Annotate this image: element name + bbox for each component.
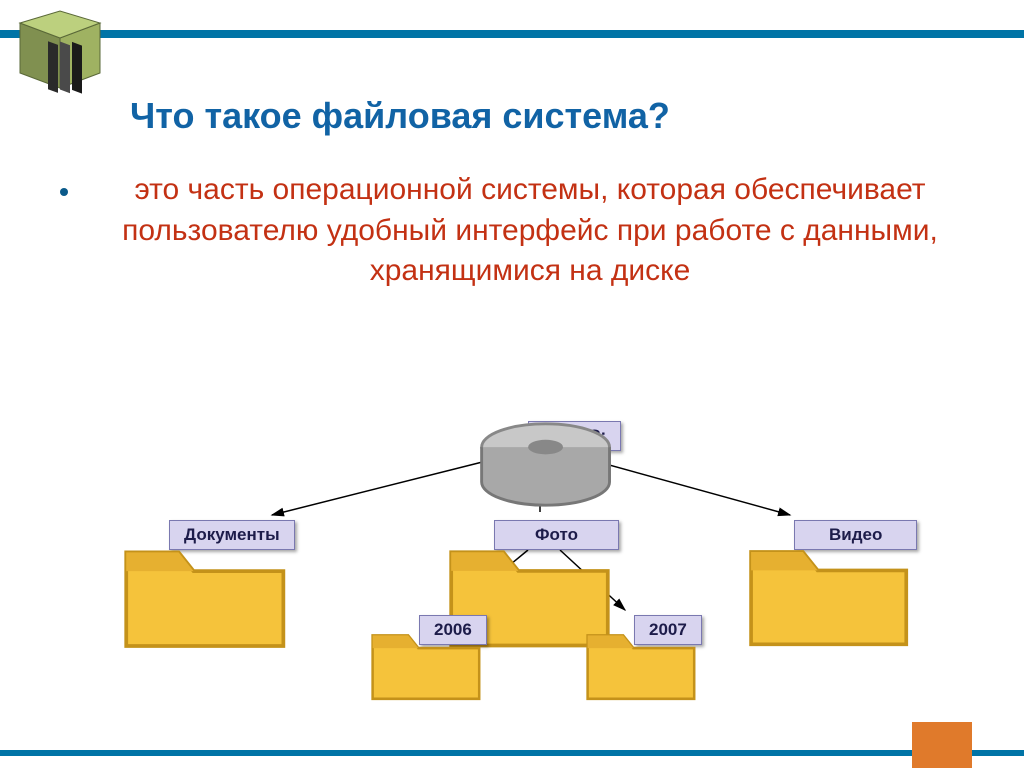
slide-title: Что такое файловая система? <box>130 95 670 137</box>
folder-icon <box>365 610 413 650</box>
node-documents: Документы <box>115 515 295 555</box>
header-bar <box>0 30 1024 38</box>
folder-icon <box>440 515 488 555</box>
node-photo: Фото <box>440 515 619 555</box>
node-root: Диск C: <box>470 418 621 454</box>
footer-bar <box>0 750 1024 756</box>
disk-icon <box>470 418 522 454</box>
node-video: Видео <box>740 515 917 555</box>
books-icon <box>10 8 120 103</box>
bullet-text: это часть операционной системы, которая … <box>86 170 974 292</box>
folder-icon <box>580 610 628 650</box>
footer-orange-tab <box>912 722 972 768</box>
node-year2: 2007 <box>580 610 702 650</box>
folder-icon <box>115 515 163 555</box>
bullet-block: это часть операционной системы, которая … <box>60 170 974 292</box>
bullet-dot-icon <box>60 188 68 196</box>
filesystem-diagram: Диск C: Документы Фото Видео 2006 2007 <box>0 400 1024 720</box>
node-year1: 2006 <box>365 610 487 650</box>
folder-icon <box>740 515 788 555</box>
